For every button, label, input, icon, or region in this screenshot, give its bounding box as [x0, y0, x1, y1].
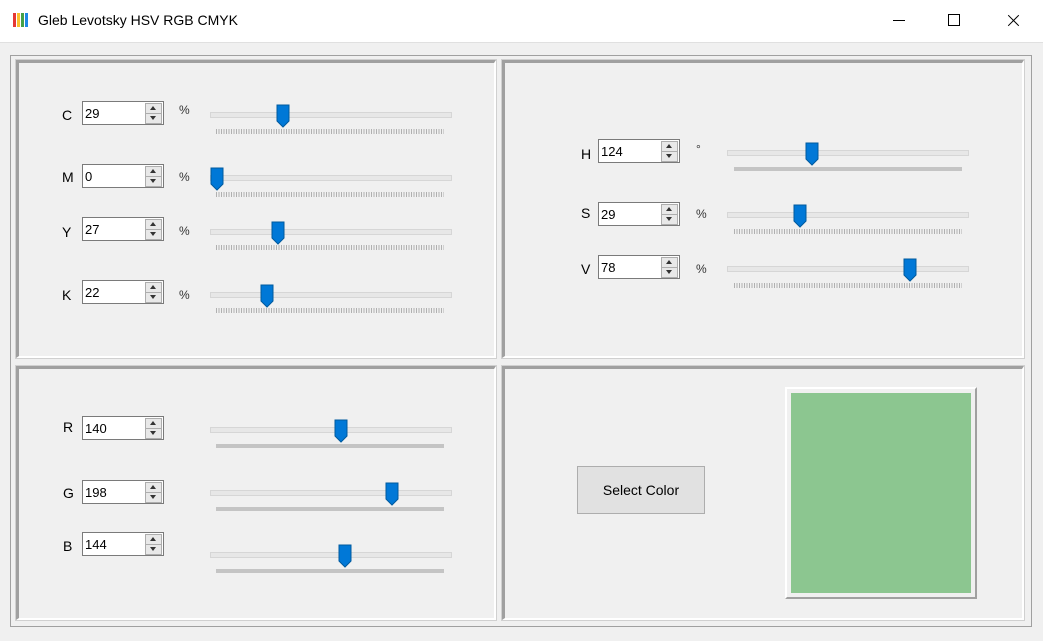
value-label: V: [581, 261, 591, 277]
blue-slider-thumb[interactable]: [338, 544, 352, 568]
color-bars-icon: [13, 13, 33, 27]
value-unit: %: [696, 262, 707, 276]
cyan-slider-track[interactable]: [210, 112, 452, 118]
window-title: Gleb Levotsky HSV RGB CMYK: [38, 12, 238, 28]
green-input[interactable]: [85, 483, 143, 501]
hue-label: H: [581, 146, 592, 162]
magenta-slider-track[interactable]: [210, 175, 452, 181]
saturation-label: S: [581, 205, 591, 221]
green-slider-ticks: [216, 507, 444, 511]
red-down-button[interactable]: [145, 428, 162, 439]
green-stepper[interactable]: [82, 480, 164, 504]
green-slider-thumb[interactable]: [385, 482, 399, 506]
yellow-down-button[interactable]: [145, 229, 162, 240]
red-label: R: [63, 419, 74, 435]
yellow-input[interactable]: [85, 220, 143, 238]
saturation-stepper[interactable]: [598, 202, 680, 226]
blue-slider-ticks: [216, 569, 444, 573]
green-down-button[interactable]: [145, 492, 162, 503]
cyan-stepper[interactable]: [82, 101, 164, 125]
cyan-input[interactable]: [85, 104, 143, 122]
hue-slider-thumb[interactable]: [805, 142, 819, 166]
key-stepper[interactable]: [82, 280, 164, 304]
color-preview-frame: [785, 387, 977, 599]
red-input[interactable]: [85, 419, 143, 437]
value-slider-thumb[interactable]: [903, 258, 917, 282]
yellow-slider-thumb[interactable]: [271, 221, 285, 245]
magenta-unit: %: [179, 170, 190, 184]
title-bar: Gleb Levotsky HSV RGB CMYK: [0, 0, 1043, 43]
key-slider-ticks: [216, 308, 444, 313]
magenta-slider-thumb[interactable]: [210, 167, 224, 191]
magenta-stepper[interactable]: [82, 164, 164, 188]
magenta-down-button[interactable]: [145, 176, 162, 187]
maximize-button[interactable]: [931, 0, 977, 42]
blue-stepper[interactable]: [82, 532, 164, 556]
hue-slider-track[interactable]: [727, 150, 969, 156]
cyan-slider-thumb[interactable]: [276, 104, 290, 128]
red-slider-track[interactable]: [210, 427, 452, 433]
value-down-button[interactable]: [661, 267, 678, 278]
yellow-unit: %: [179, 224, 190, 238]
green-label: G: [63, 485, 74, 501]
blue-slider-track[interactable]: [210, 552, 452, 558]
minimize-button[interactable]: [876, 0, 922, 42]
red-stepper[interactable]: [82, 416, 164, 440]
magenta-label: M: [62, 169, 74, 185]
color-preview-swatch: [791, 393, 971, 593]
green-slider-track[interactable]: [210, 490, 452, 496]
maximize-icon: [948, 14, 960, 26]
saturation-down-button[interactable]: [661, 214, 678, 225]
yellow-slider-ticks: [216, 245, 444, 250]
saturation-unit: %: [696, 207, 707, 221]
hue-stepper[interactable]: [598, 139, 680, 163]
key-input[interactable]: [85, 283, 143, 301]
select-color-button[interactable]: Select Color: [577, 466, 705, 514]
key-slider-track[interactable]: [210, 292, 452, 298]
saturation-slider-thumb[interactable]: [793, 204, 807, 228]
red-slider-thumb[interactable]: [334, 419, 348, 443]
yellow-stepper[interactable]: [82, 217, 164, 241]
cyan-down-button[interactable]: [145, 113, 162, 124]
blue-down-button[interactable]: [145, 544, 162, 555]
blue-input[interactable]: [85, 535, 143, 553]
cyan-slider-ticks: [216, 129, 444, 134]
saturation-input[interactable]: [601, 205, 659, 223]
value-stepper[interactable]: [598, 255, 680, 279]
hue-unit: °: [696, 142, 701, 156]
saturation-slider-ticks: [734, 229, 962, 234]
hue-slider-ticks: [734, 167, 962, 171]
yellow-label: Y: [62, 224, 72, 240]
value-slider-ticks: [734, 283, 962, 288]
key-unit: %: [179, 288, 190, 302]
blue-label: B: [63, 538, 73, 554]
magenta-input[interactable]: [85, 167, 143, 185]
cyan-label: C: [62, 107, 73, 123]
minimize-icon: [893, 20, 905, 21]
saturation-slider-track[interactable]: [727, 212, 969, 218]
key-slider-thumb[interactable]: [260, 284, 274, 308]
magenta-slider-ticks: [216, 192, 444, 197]
value-input[interactable]: [601, 258, 659, 276]
close-button[interactable]: [990, 0, 1036, 42]
key-label: K: [62, 287, 72, 303]
hue-down-button[interactable]: [661, 151, 678, 162]
hue-input[interactable]: [601, 142, 659, 160]
value-slider-track[interactable]: [727, 266, 969, 272]
cyan-unit: %: [179, 103, 190, 117]
yellow-slider-track[interactable]: [210, 229, 452, 235]
key-down-button[interactable]: [145, 292, 162, 303]
red-slider-ticks: [216, 444, 444, 448]
